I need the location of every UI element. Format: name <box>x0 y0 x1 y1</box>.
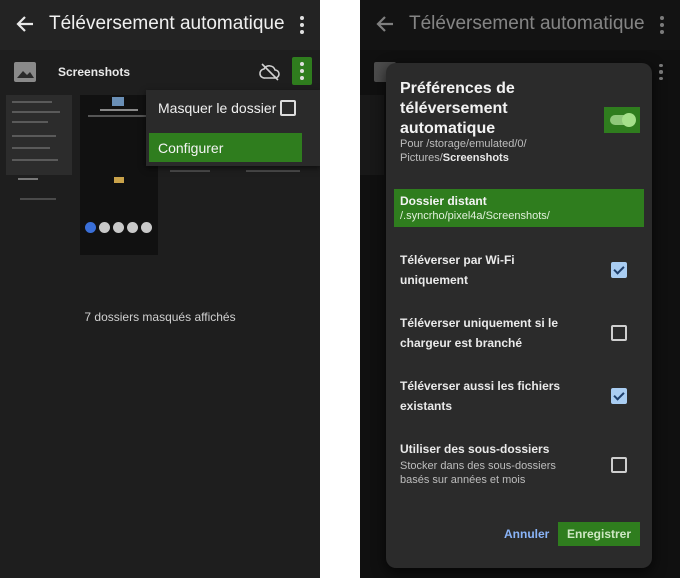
subfolders-checkbox[interactable] <box>611 457 627 473</box>
dialog-local-path: Pour /storage/emulated/0/ Pictures/Scree… <box>400 137 570 165</box>
folder-name: Screenshots <box>58 65 131 79</box>
app-bar: Téléversement automatique <box>0 0 320 50</box>
thumbnail-caption <box>18 178 38 180</box>
configure-label: Configurer <box>158 140 224 156</box>
wifi-only-label[interactable]: Téléverser par Wi-Fi uniquement <box>400 250 580 290</box>
remote-folder-setting[interactable]: Dossier distant /.syncrho/pixel4a/Screen… <box>394 189 644 227</box>
thumbnail-caption <box>20 198 56 200</box>
folder-menu-kebab-icon[interactable] <box>292 57 312 85</box>
remote-folder-label: Dossier distant <box>400 194 487 208</box>
dialog-title: Préférences de téléversement automatique <box>400 80 515 137</box>
kebab-icon[interactable] <box>294 14 310 36</box>
folder-header: Screenshots <box>0 52 320 92</box>
subfolders-label[interactable]: Utiliser des sous-dossiers <box>400 439 580 459</box>
wifi-only-checkbox[interactable] <box>611 262 627 278</box>
thumbnail-caption <box>170 170 210 172</box>
enable-toggle[interactable] <box>604 107 640 133</box>
screen-folder-list: Téléversement automatique Screenshots Ma… <box>0 0 320 578</box>
preferences-dialog: Préférences de téléversement automatique… <box>386 63 652 568</box>
existing-files-label[interactable]: Téléverser aussi les fichiers existants <box>400 376 580 416</box>
subfolders-description: Stocker dans des sous-dossiers basés sur… <box>400 460 556 486</box>
local-path-folder: Screenshots <box>442 152 509 164</box>
charging-only-label[interactable]: Téléverser uniquement si le chargeur est… <box>400 313 580 353</box>
thumbnail-caption <box>246 170 300 172</box>
hide-folder-menu-item[interactable]: Masquer le dossier <box>158 100 276 116</box>
hide-folder-checkbox[interactable] <box>280 100 296 116</box>
app-bar-title: Téléversement automatique <box>49 13 285 34</box>
configure-menu-item[interactable]: Configurer <box>149 133 302 162</box>
arrow-left-icon[interactable] <box>14 12 36 36</box>
existing-files-checkbox[interactable] <box>611 388 627 404</box>
folder-popup-menu: Masquer le dossier Configurer <box>146 90 320 166</box>
charging-only-checkbox[interactable] <box>611 325 627 341</box>
save-button-label: Enregistrer <box>566 527 632 541</box>
image-icon <box>14 62 36 82</box>
screen-upload-preferences: Téléversement automatique Préférences de… <box>360 0 680 578</box>
save-button[interactable]: Enregistrer <box>558 522 640 546</box>
thumbnail[interactable] <box>6 95 72 175</box>
remote-folder-value: /.syncrho/pixel4a/Screenshots/ <box>400 210 550 222</box>
cancel-button[interactable]: Annuler <box>504 527 549 541</box>
cloud-off-icon[interactable] <box>258 60 282 84</box>
hidden-folders-text[interactable]: 7 dossiers masqués affichés <box>0 310 320 324</box>
